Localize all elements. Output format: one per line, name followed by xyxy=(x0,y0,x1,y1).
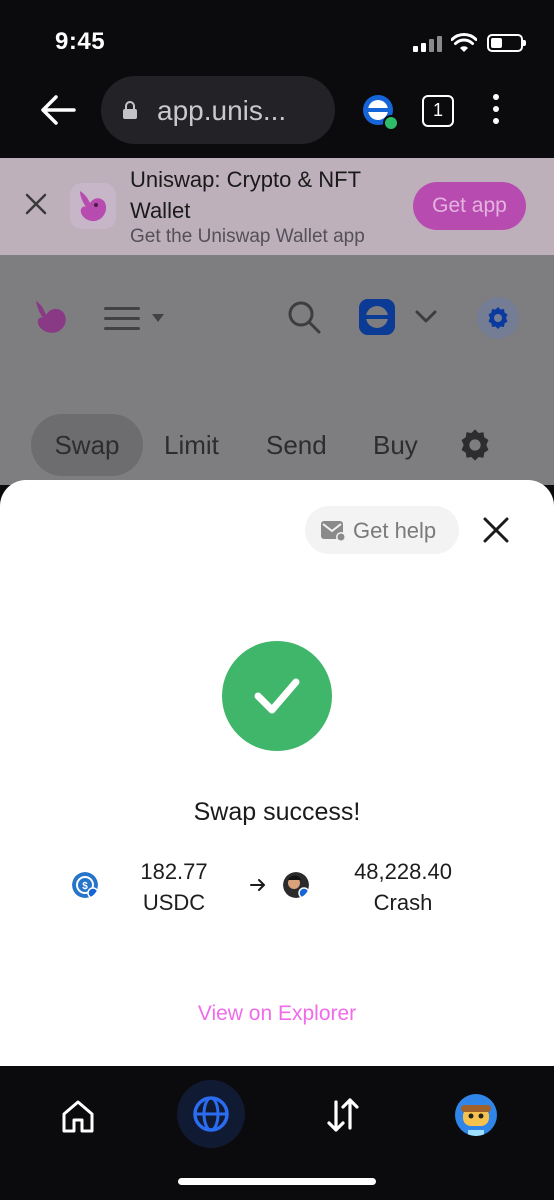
home-icon[interactable] xyxy=(60,1098,96,1134)
home-indicator[interactable] xyxy=(178,1178,376,1185)
clock: 9:45 xyxy=(55,28,106,55)
tab-buy[interactable]: Buy xyxy=(373,414,418,476)
from-token-amount: 182.77 USDC xyxy=(128,856,220,918)
mail-icon xyxy=(321,521,346,542)
back-arrow-icon[interactable] xyxy=(38,92,78,128)
success-title: Swap success! xyxy=(193,798,361,826)
app-install-banner: Uniswap: Crypto & NFT Wallet Get the Uni… xyxy=(0,158,554,255)
globe-icon xyxy=(193,1096,229,1132)
banner-title: Uniswap: Crypto & NFT Wallet xyxy=(130,167,361,223)
tab-limit[interactable]: Limit xyxy=(164,414,219,476)
to-token-amount: 48,228.40 Crash xyxy=(340,856,466,918)
get-app-button[interactable]: Get app xyxy=(413,182,526,230)
browser-toolbar: app.unis... 1 xyxy=(0,70,554,158)
banner-subtitle: Get the Uniswap Wallet app xyxy=(130,226,365,247)
settings-button[interactable] xyxy=(477,297,519,339)
connected-wallet-icon[interactable] xyxy=(359,299,395,335)
status-bar: 9:45 xyxy=(0,0,554,70)
avatar-icon xyxy=(461,1105,491,1136)
cellular-signal-icon xyxy=(413,36,443,52)
swap-success-modal: Get help Swap success! $ 182.77 USDC 48,… xyxy=(0,480,554,1068)
address-bar[interactable]: app.unis... xyxy=(101,76,335,144)
profile-avatar[interactable] xyxy=(455,1094,497,1136)
url-text: app.unis... xyxy=(157,95,287,126)
wifi-icon xyxy=(451,33,477,52)
get-help-button[interactable]: Get help xyxy=(305,506,459,554)
from-symbol: USDC xyxy=(142,890,206,915)
chevron-down-icon[interactable] xyxy=(414,309,438,325)
from-amount: 182.77 xyxy=(140,859,208,884)
tab-send[interactable]: Send xyxy=(266,414,327,476)
swap-settings-gear-icon[interactable] xyxy=(458,428,492,462)
to-amount: 48,228.40 xyxy=(354,859,452,884)
wallet-extension-icon[interactable] xyxy=(362,94,398,130)
tab-switcher-button[interactable]: 1 xyxy=(422,95,454,127)
gear-icon xyxy=(488,307,508,329)
crash-token-icon xyxy=(283,872,309,898)
hamburger-menu-icon[interactable] xyxy=(104,305,168,333)
dropdown-caret-icon xyxy=(152,314,164,322)
more-menu-icon[interactable] xyxy=(490,94,502,130)
to-symbol: Crash xyxy=(373,890,433,915)
uniswap-app-logo xyxy=(70,183,116,229)
uniswap-logo-icon[interactable] xyxy=(30,295,74,339)
lock-icon xyxy=(123,101,137,119)
arrow-right-icon xyxy=(250,879,265,891)
bottom-navigation xyxy=(0,1066,554,1200)
search-icon[interactable] xyxy=(286,299,322,335)
svg-text:$: $ xyxy=(82,881,88,892)
close-banner-icon[interactable] xyxy=(24,192,48,216)
usdc-token-icon: $ xyxy=(72,872,98,898)
battery-icon xyxy=(487,34,526,52)
swap-arrows-icon[interactable] xyxy=(326,1096,360,1134)
app-backdrop: Swap Limit Send Buy xyxy=(0,255,554,485)
get-help-label: Get help xyxy=(353,518,437,543)
success-check-icon xyxy=(222,641,332,751)
tab-swap[interactable]: Swap xyxy=(31,414,143,476)
view-on-explorer-link[interactable]: View on Explorer xyxy=(0,1002,554,1026)
close-icon[interactable] xyxy=(482,516,510,544)
